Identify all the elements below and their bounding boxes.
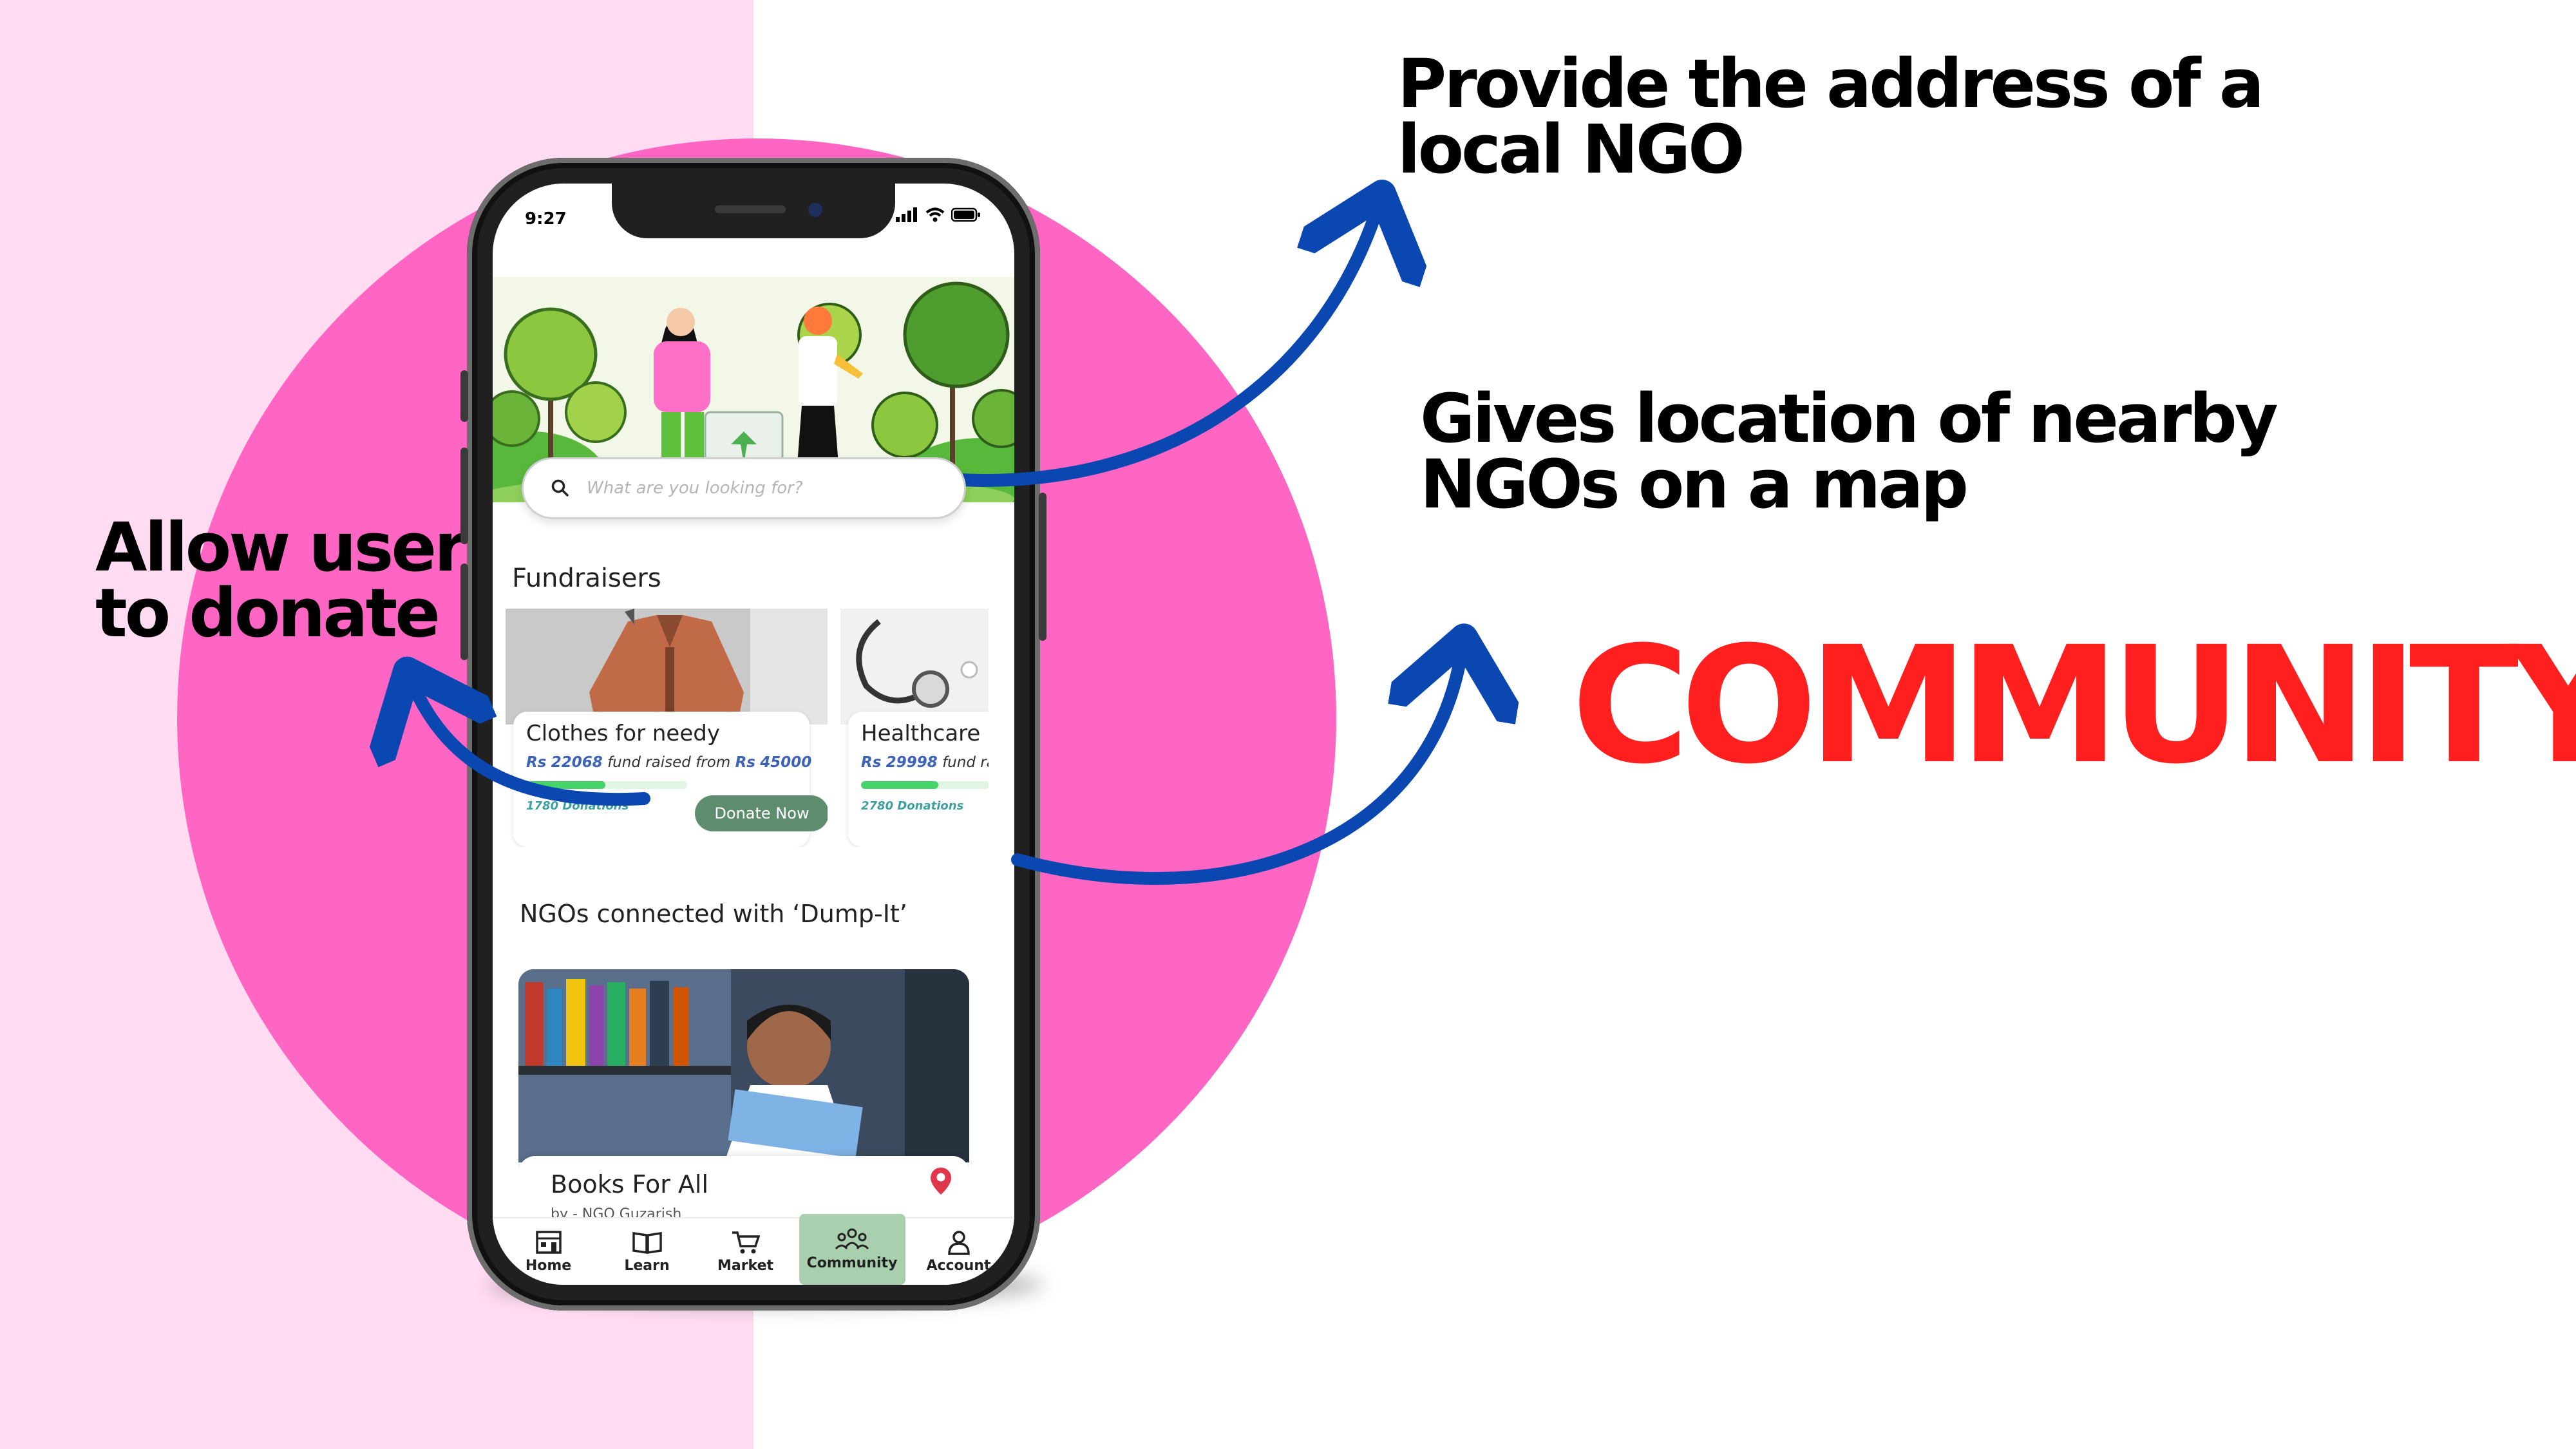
bottom-tab-bar: Home Learn Market Community Account	[493, 1213, 1014, 1285]
ngo-card-books-for-all[interactable]: Books For All by - NGO Guzarish	[518, 969, 969, 1227]
fundraiser-progress-fill	[861, 781, 938, 789]
fundraiser-progress-bar	[526, 781, 687, 789]
callout-ngo-address: Provide the address of a local NGO	[1397, 44, 2264, 189]
phone-notch	[612, 184, 895, 238]
front-camera	[808, 203, 822, 217]
fundraiser-progress-bar	[861, 781, 989, 789]
search-input[interactable]	[585, 478, 936, 498]
tab-market[interactable]: Market	[701, 1220, 791, 1284]
phone-screen: 9:27 What are you looking for? Fundraise…	[493, 184, 1014, 1285]
wifi-icon	[925, 207, 945, 222]
tab-label: Market	[717, 1258, 774, 1274]
fundraiser-amount: Rs 22068 fund raised from Rs 45000	[526, 754, 811, 771]
raised-amount: 29998	[886, 754, 938, 771]
location-pin-icon[interactable]	[929, 1166, 952, 1196]
phone-mockup: 9:27 What are you looking for? Fundraise…	[460, 158, 1046, 1311]
home-icon	[535, 1231, 562, 1254]
callout-ngo-map: Gives location of nearby NGOs on a map	[1420, 379, 2278, 524]
fundraiser-progress-fill	[526, 781, 605, 789]
cart-icon	[732, 1231, 760, 1254]
tab-label: Learn	[624, 1258, 670, 1274]
donation-count: 2780 Donations	[861, 799, 964, 813]
fundraiser-card-clothes[interactable]: Clothes for needy Rs 22068 fund raised f…	[506, 609, 828, 847]
tab-label: Home	[525, 1258, 572, 1274]
tab-label: Account	[926, 1258, 991, 1274]
community-icon	[835, 1228, 869, 1250]
search-icon	[551, 479, 569, 497]
goal-amount: 45000	[760, 754, 812, 771]
raised-text: fund raised from	[607, 754, 731, 771]
raised-amount: 22068	[551, 754, 603, 771]
ngo-title: Books For All	[551, 1170, 709, 1198]
tab-community[interactable]: Community	[799, 1213, 905, 1285]
book-icon	[632, 1231, 662, 1255]
fundraiser-card-healthcare[interactable]: Healthcare Rs 29998 fund ra 2780 Donatio…	[840, 609, 989, 847]
currency-label: Rs	[861, 754, 882, 771]
donation-count: 1780 Donations	[526, 799, 629, 813]
speaker-grille	[715, 205, 786, 213]
phone-power-button	[1039, 493, 1046, 641]
fundraiser-image-jacket	[506, 609, 828, 724]
currency-label: Rs	[735, 754, 755, 771]
currency-label: Rs	[526, 754, 547, 771]
battery-icon	[951, 207, 980, 222]
phone-volume-down	[460, 564, 468, 660]
tab-account[interactable]: Account	[914, 1220, 1004, 1284]
raised-text: fund ra	[942, 754, 989, 771]
tab-label: Community	[806, 1255, 898, 1271]
fundraiser-title: Clothes for needy	[526, 721, 720, 746]
fundraiser-card-body: Healthcare Rs 29998 fund ra 2780 Donatio…	[848, 712, 989, 847]
donate-now-button[interactable]: Donate Now	[695, 795, 828, 831]
fundraiser-image-stethoscope	[840, 609, 989, 724]
signal-icon	[896, 207, 917, 222]
fundraiser-amount: Rs 29998 fund ra	[861, 754, 989, 771]
tab-learn[interactable]: Learn	[602, 1220, 692, 1284]
fundraisers-heading: Fundraisers	[512, 564, 661, 593]
fundraiser-title: Healthcare	[861, 721, 981, 746]
search-bar[interactable]	[522, 457, 966, 519]
tab-home[interactable]: Home	[504, 1220, 594, 1284]
account-icon	[947, 1231, 970, 1255]
status-icons	[896, 207, 981, 222]
phone-volume-up	[460, 448, 468, 544]
ngos-heading: NGOs connected with ‘Dump-It’	[520, 900, 907, 928]
phone-mute-switch	[460, 370, 468, 422]
fundraiser-card-body: Clothes for needy Rs 22068 fund raised f…	[513, 712, 828, 847]
status-time: 9:27	[525, 209, 567, 229]
section-title: COMMUNITY	[1571, 612, 2576, 799]
ngo-card-image	[518, 969, 969, 1162]
